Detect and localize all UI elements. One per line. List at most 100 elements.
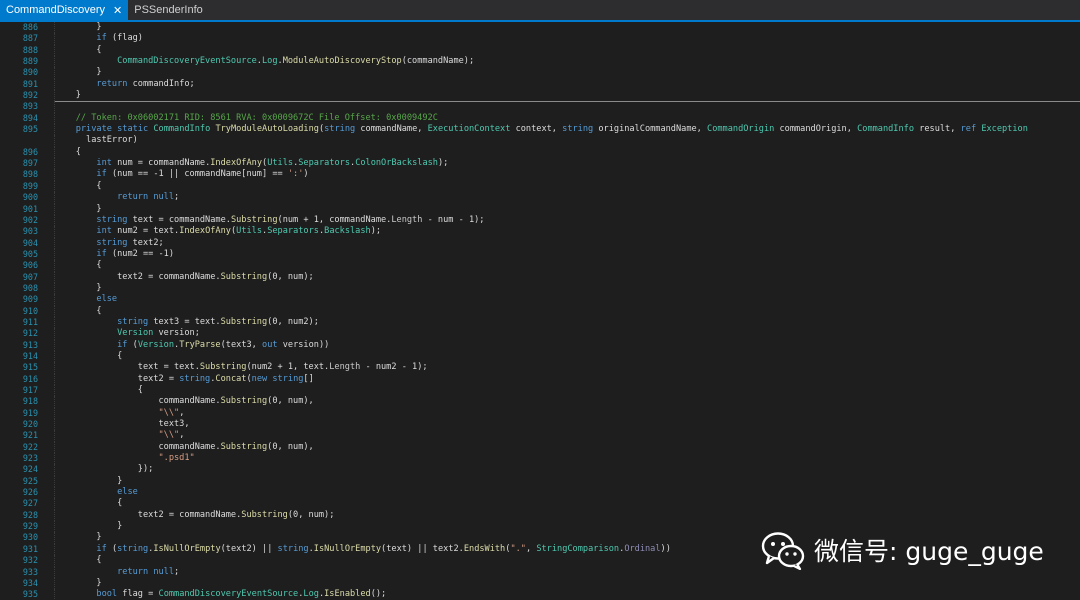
code-text: commandName.Substring(0, num),	[55, 396, 1080, 407]
code-token: (text) || text2.	[381, 543, 464, 554]
code-line[interactable]: 906 {	[0, 260, 1080, 272]
code-line[interactable]: 921 "\\",	[0, 430, 1080, 442]
line-number: 934	[22, 577, 38, 588]
code-line[interactable]: 914 {	[0, 350, 1080, 363]
code-token: else	[117, 487, 138, 498]
code-line[interactable]: 919 "\\",	[0, 407, 1080, 420]
code-line[interactable]: 916 text2 = string.Concat(new string[]	[0, 373, 1080, 385]
code-token: (0, num2);	[267, 316, 319, 327]
code-line[interactable]: 895 private static CommandInfo TryModule…	[0, 124, 1080, 136]
code-token: Backslash	[324, 226, 371, 237]
code-token: EndsWith	[463, 543, 506, 554]
code-line[interactable]: lastError)	[0, 135, 1080, 147]
tab-commanddiscovery[interactable]: CommandDiscovery ✕	[0, 0, 129, 20]
code-line[interactable]: 905 if (num2 == -1)	[0, 248, 1080, 261]
code-text: text3,	[55, 419, 1080, 430]
code-line[interactable]: 927 {	[0, 498, 1080, 510]
code-line[interactable]: 903 int num2 = text.IndexOfAny(Utils.Sep…	[0, 226, 1080, 238]
code-line[interactable]: 909 else	[0, 294, 1080, 306]
code-line[interactable]: 908 }	[0, 282, 1080, 295]
code-line[interactable]: 889 CommandDiscoveryEventSource.Log.Modu…	[0, 56, 1080, 68]
code-token: Concat	[215, 373, 247, 384]
code-text: }	[55, 67, 1080, 78]
code-line[interactable]: 912 Version version;	[0, 328, 1080, 340]
code-line[interactable]: 897 int num = commandName.IndexOfAny(Uti…	[0, 158, 1080, 170]
code-line[interactable]: 893	[0, 101, 1080, 113]
code-line[interactable]: 923 ".psd1"	[0, 453, 1080, 465]
code-line[interactable]: 887 if (flag)	[0, 33, 1080, 45]
code-token: context,	[510, 124, 563, 135]
code-line[interactable]: 902 string text = commandName.Substring(…	[0, 214, 1080, 227]
watermark: 微信号: guge_guge	[760, 528, 1044, 572]
close-icon[interactable]: ✕	[113, 4, 122, 17]
code-token: );	[370, 226, 382, 237]
code-line[interactable]: 894 // Token: 0x06002171 RID: 8561 RVA: …	[0, 112, 1080, 125]
code-token: "\\"	[158, 407, 180, 418]
code-line[interactable]: 934 }	[0, 577, 1080, 590]
line-number: 920	[22, 419, 38, 430]
code-text: lastError)	[55, 135, 1080, 146]
code-token: string	[117, 543, 149, 554]
line-number: 903	[22, 226, 38, 237]
code-token: string	[277, 543, 309, 554]
code-token: ColonOrBackslash	[355, 158, 438, 169]
code-token: IndexOfAny	[210, 158, 262, 169]
code-line[interactable]: 899 {	[0, 180, 1080, 193]
code-token: ':'	[287, 169, 304, 180]
line-number: 933	[22, 566, 38, 577]
code-line[interactable]: 920 text3,	[0, 419, 1080, 431]
code-token: {	[55, 260, 102, 271]
tab-pssenderinfo[interactable]: PSSenderInfo	[128, 0, 209, 20]
code-text: {	[55, 306, 1080, 317]
code-line[interactable]: 913 if (Version.TryParse(text3, out vers…	[0, 339, 1080, 351]
code-token: {	[55, 385, 143, 395]
code-line[interactable]: 890 }	[0, 67, 1080, 79]
code-token: (0, num),	[267, 441, 314, 452]
code-token: Substring	[241, 509, 288, 520]
code-line[interactable]: 898 if (num == -1 || commandName[num] ==…	[0, 169, 1080, 181]
code-token: int	[96, 226, 112, 237]
code-line[interactable]: 928 text2 = commandName.Substring(0, num…	[0, 509, 1080, 522]
code-line[interactable]: 888 {	[0, 44, 1080, 57]
code-token: {	[55, 180, 102, 191]
code-text: }	[55, 283, 1080, 294]
code-token: string	[96, 237, 128, 248]
code-token: string	[96, 214, 128, 225]
code-line[interactable]: 901 }	[0, 203, 1080, 215]
code-editor[interactable]: 886 } 887 if (flag) 888 {889 CommandDiscov…	[0, 22, 1080, 600]
line-number: 887	[22, 33, 38, 44]
code-token: (	[106, 543, 118, 554]
code-token: Version	[137, 339, 175, 350]
code-token: result,	[914, 124, 961, 135]
code-line[interactable]: 935 bool flag = CommandDiscoveryEventSou…	[0, 589, 1080, 600]
code-line[interactable]: 911 string text3 = text.Substring(0, num…	[0, 316, 1080, 329]
code-line[interactable]: 892 }	[0, 90, 1080, 102]
line-number: 886	[22, 22, 38, 32]
code-line[interactable]: 891 return commandInfo;	[0, 78, 1080, 91]
code-line[interactable]: 907 text2 = commandName.Substring(0, num…	[0, 271, 1080, 283]
code-line[interactable]: 896 {	[0, 146, 1080, 159]
line-number: 893	[22, 101, 38, 112]
code-line[interactable]: 924 });	[0, 464, 1080, 476]
code-token: "\\"	[158, 430, 180, 441]
code-token: )	[303, 169, 309, 180]
code-line[interactable]: 904 string text2;	[0, 237, 1080, 249]
code-line[interactable]: 900 return null;	[0, 192, 1080, 204]
code-text: }	[55, 204, 1080, 215]
code-line[interactable]: 925 }	[0, 475, 1080, 488]
code-line[interactable]: 915 text = text.Substring(num2 + 1, text…	[0, 362, 1080, 374]
code-token: }	[55, 577, 102, 588]
code-line[interactable]: 918 commandName.Substring(0, num),	[0, 396, 1080, 408]
wechat-icon	[761, 532, 805, 570]
code-line[interactable]: 917 {	[0, 385, 1080, 397]
code-line[interactable]: 886 }	[0, 22, 1080, 34]
code-token: Substring	[199, 362, 247, 373]
code-line[interactable]: 910 {	[0, 305, 1080, 317]
code-text: {	[55, 351, 1080, 362]
code-line[interactable]: 922 commandName.Substring(0, num),	[0, 441, 1080, 454]
code-line[interactable]: 926 else	[0, 487, 1080, 499]
